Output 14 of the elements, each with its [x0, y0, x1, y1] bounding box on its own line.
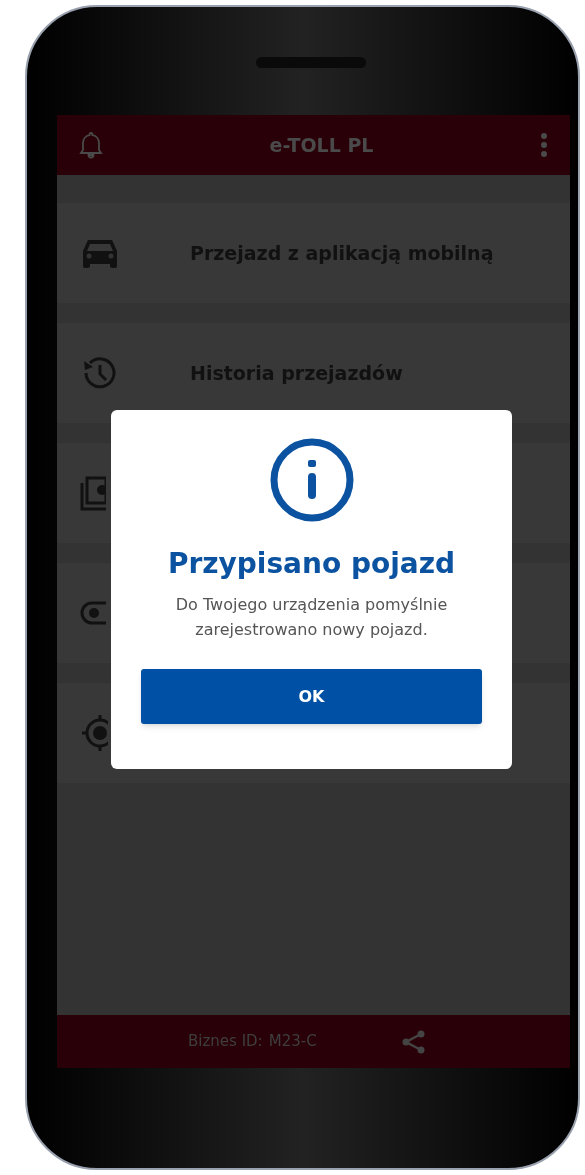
ok-button[interactable]: OK — [141, 669, 482, 724]
share-icon[interactable] — [400, 1028, 427, 1055]
toggle-icon — [80, 600, 106, 626]
banknotes-icon — [80, 475, 106, 511]
dialog-message: Do Twojego urządzenia pomyślnie zarejestrowano nowy pojazd. — [174, 594, 449, 641]
app-title: e-TOLL PL — [269, 132, 374, 158]
business-id-label: Biznes ID: — [188, 1031, 263, 1053]
crosshair-icon — [80, 713, 108, 753]
bell-icon[interactable] — [79, 131, 103, 159]
info-icon — [269, 438, 354, 522]
business-id-value: M23-C — [268, 1031, 317, 1053]
car-icon — [80, 237, 120, 269]
more-options-icon[interactable] — [540, 132, 548, 158]
dialog-title: Przypisano pojazd — [167, 546, 456, 582]
